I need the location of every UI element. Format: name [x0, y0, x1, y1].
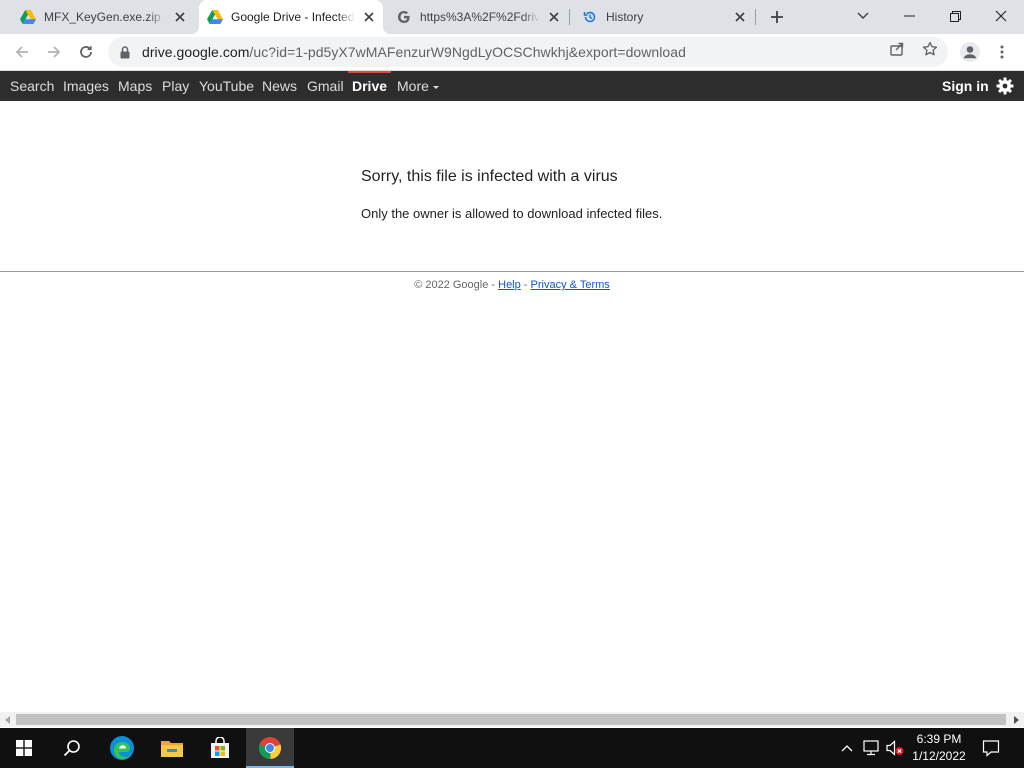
gbar-more-label: More — [397, 78, 429, 94]
tab-history[interactable]: History — [574, 0, 754, 34]
clock-time: 6:39 PM — [916, 732, 962, 746]
tab-title: https%3A%2F%2Fdrive.google.com — [420, 10, 540, 24]
start-icon[interactable] — [0, 728, 48, 768]
back-icon[interactable] — [8, 38, 36, 66]
tab-divider — [569, 9, 570, 25]
tab-title: Google Drive - Infected file — [231, 10, 355, 24]
scroll-right-icon[interactable] — [1008, 712, 1024, 727]
url-host: drive.google.com — [142, 44, 250, 60]
close-tab-icon[interactable] — [546, 9, 562, 25]
lock-icon[interactable] — [118, 45, 132, 59]
gbar-more[interactable]: More — [397, 71, 439, 101]
kebab-menu-icon[interactable] — [988, 38, 1016, 66]
gear-icon[interactable] — [996, 77, 1014, 95]
minimize-icon[interactable] — [886, 0, 932, 32]
chevron-up-icon[interactable] — [837, 738, 857, 758]
tab-divider — [755, 9, 756, 25]
browser-toolbar: drive.google.com/uc?id=1-pd5yX7wMAFenzur… — [0, 34, 1024, 71]
footer: © 2022 Google - Help - Privacy & Terms — [0, 279, 1024, 291]
bookmark-star-icon[interactable] — [921, 40, 939, 58]
tab-google-drive-infected[interactable]: Google Drive - Infected file — [191, 0, 391, 34]
tab-title: History — [606, 10, 644, 24]
taskbar: 6:39 PM 1/12/2022 — [0, 728, 1024, 768]
network-icon[interactable] — [861, 738, 881, 758]
url-path: /uc?id=1-pd5yX7wMAFenzurW9NgdLyOCSChwkhj… — [249, 44, 686, 60]
new-tab-icon[interactable] — [765, 5, 789, 29]
search-icon[interactable] — [48, 728, 96, 768]
url-text[interactable]: drive.google.com/uc?id=1-pd5yX7wMAFenzur… — [142, 44, 686, 60]
gbar-drive[interactable]: Drive — [352, 71, 387, 101]
footer-copyright: © 2022 Google - — [414, 279, 499, 291]
gbar-maps[interactable]: Maps — [118, 71, 152, 101]
chrome-icon[interactable] — [246, 728, 294, 768]
chevron-down-icon — [432, 85, 439, 89]
close-tab-icon[interactable] — [172, 9, 188, 25]
close-window-icon[interactable] — [978, 0, 1024, 32]
help-link[interactable]: Help — [498, 279, 521, 291]
file-explorer-icon[interactable] — [148, 728, 196, 768]
google-bar: Search Images Maps Play YouTube News Gma… — [0, 71, 1024, 101]
scroll-left-icon[interactable] — [0, 712, 16, 727]
tab-strip: MFX_KeyGen.exe.zip - Google Drive Google… — [0, 0, 1024, 34]
tab-mfx-keygen[interactable]: MFX_KeyGen.exe.zip - Google Drive — [12, 0, 194, 34]
gbar-play[interactable]: Play — [162, 71, 189, 101]
error-heading: Sorry, this file is infected with a viru… — [361, 168, 618, 185]
volume-muted-icon[interactable] — [885, 738, 905, 758]
gbar-news[interactable]: News — [262, 71, 297, 101]
footer-separator: - — [520, 279, 531, 291]
google-g-icon — [396, 9, 412, 25]
edge-icon[interactable] — [98, 728, 146, 768]
gbar-search[interactable]: Search — [10, 71, 54, 101]
close-tab-icon[interactable] — [732, 9, 748, 25]
privacy-terms-link[interactable]: Privacy & Terms — [531, 279, 610, 291]
profile-icon[interactable] — [956, 38, 984, 66]
scrollbar-thumb[interactable] — [16, 714, 1006, 725]
google-drive-icon — [207, 9, 223, 25]
tab-drive-url[interactable]: https%3A%2F%2Fdrive.google.com — [388, 0, 568, 34]
horizontal-scrollbar[interactable] — [0, 712, 1024, 727]
clock-date: 1/12/2022 — [912, 749, 966, 763]
tab-search-icon[interactable] — [840, 0, 886, 32]
restore-icon[interactable] — [932, 0, 978, 32]
share-icon[interactable] — [888, 40, 906, 58]
divider — [0, 271, 1024, 272]
reload-icon[interactable] — [72, 38, 100, 66]
gbar-youtube[interactable]: YouTube — [199, 71, 254, 101]
forward-icon[interactable] — [40, 38, 68, 66]
error-message: Only the owner is allowed to download in… — [361, 206, 663, 221]
close-tab-icon[interactable] — [361, 9, 377, 25]
history-icon — [582, 9, 598, 25]
store-icon[interactable] — [196, 728, 244, 768]
gbar-gmail[interactable]: Gmail — [307, 71, 344, 101]
tab-title: MFX_KeyGen.exe.zip - Google Drive — [44, 10, 166, 24]
sign-in-link[interactable]: Sign in — [942, 71, 989, 101]
gbar-images[interactable]: Images — [63, 71, 109, 101]
notifications-icon[interactable] — [981, 738, 1001, 758]
google-drive-icon — [20, 9, 36, 25]
system-clock[interactable]: 6:39 PM 1/12/2022 — [905, 731, 973, 765]
address-bar[interactable]: drive.google.com/uc?id=1-pd5yX7wMAFenzur… — [108, 37, 948, 67]
